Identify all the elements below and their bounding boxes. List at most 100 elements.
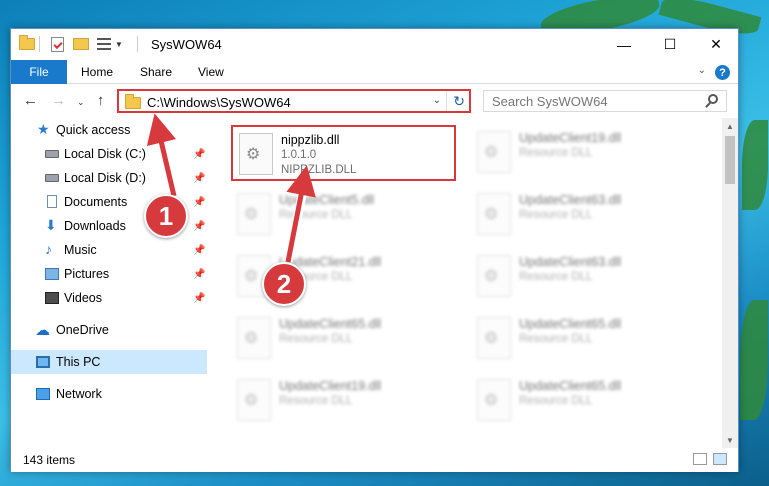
customize-dropdown-icon[interactable]: ▼: [115, 36, 123, 52]
divider: [446, 91, 447, 111]
file-item[interactable]: UpdateClient65.dll Resource DLL: [231, 311, 456, 367]
refresh-icon[interactable]: ↻: [453, 93, 465, 110]
title-bar: ▼ SysWOW64 — ☐ ✕: [11, 29, 738, 60]
scroll-thumb[interactable]: [725, 136, 735, 184]
separator: [39, 36, 40, 52]
file-item[interactable]: UpdateClient19.dll Resource DLL: [231, 373, 456, 429]
file-item[interactable]: UpdateClient19.dll Resource DLL: [471, 125, 696, 181]
dll-file-icon: [477, 379, 511, 421]
status-bar: 143 items: [11, 448, 738, 472]
pin-icon[interactable]: 📌: [193, 197, 205, 208]
file-description: Resource DLL: [279, 333, 353, 345]
pin-icon[interactable]: 📌: [193, 269, 205, 280]
file-description: Resource DLL: [519, 395, 593, 407]
details-view-icon[interactable]: [693, 453, 707, 465]
sidebar-item-this-pc[interactable]: This PC: [11, 350, 207, 374]
properties-icon[interactable]: [51, 36, 64, 52]
sidebar-item-music[interactable]: ♪ Music 📌: [11, 238, 207, 262]
documents-icon: [47, 195, 57, 208]
minimize-button[interactable]: —: [601, 29, 647, 60]
sidebar-item-label: OneDrive: [56, 323, 109, 337]
desktop-foliage: [740, 300, 768, 420]
navigation-pane: ★ Quick access Local Disk (C:) 📌 Local D…: [11, 118, 207, 448]
file-item[interactable]: UpdateClient65.dll Resource DLL: [471, 311, 696, 367]
file-description: Resource DLL: [519, 147, 593, 159]
file-item[interactable]: UpdateClient65.dll Resource DLL: [471, 373, 696, 429]
search-icon[interactable]: [708, 94, 718, 104]
sidebar-item-label: Music: [64, 243, 97, 257]
sidebar-item-label: Quick access: [56, 123, 131, 137]
file-item-nippzlib[interactable]: nippzlib.dll 1.0.1.0 NIPPZLIB.DLL: [231, 125, 456, 181]
tab-home[interactable]: Home: [81, 60, 113, 84]
drive-icon: [45, 150, 59, 158]
scroll-up-icon[interactable]: ▲: [722, 118, 738, 134]
file-item[interactable]: UpdateClient5.dll Resource DLL: [231, 187, 456, 243]
tab-view[interactable]: View: [198, 60, 224, 84]
sidebar-item-label: This PC: [56, 355, 101, 369]
file-description: Resource DLL: [279, 209, 353, 221]
vertical-scrollbar[interactable]: ▲ ▼: [722, 118, 738, 448]
music-icon: ♪: [45, 241, 52, 257]
file-name: UpdateClient19.dll: [279, 379, 382, 393]
sidebar-item-pictures[interactable]: Pictures 📌: [11, 262, 207, 286]
dll-file-icon: [237, 379, 271, 421]
up-arrow-icon[interactable]: ↑: [97, 92, 105, 109]
address-bar[interactable]: C:\Windows\SysWOW64 ⌄ ↻: [117, 89, 471, 113]
pictures-icon: [45, 268, 59, 280]
address-path[interactable]: C:\Windows\SysWOW64: [147, 95, 291, 110]
pin-icon[interactable]: 📌: [193, 149, 205, 160]
pin-icon[interactable]: 📌: [193, 293, 205, 304]
dll-file-icon: [477, 255, 511, 297]
file-version: 1.0.1.0: [281, 149, 317, 161]
file-item[interactable]: UpdateClient63.dll Resource DLL: [471, 187, 696, 243]
view-options-icon[interactable]: [97, 36, 111, 52]
folder-icon: [125, 94, 141, 109]
file-item[interactable]: UpdateClient63.dll Resource DLL: [471, 249, 696, 305]
search-input[interactable]: [492, 94, 692, 109]
file-name: nippzlib.dll: [281, 133, 340, 147]
dll-file-icon: [239, 133, 273, 175]
sidebar-item-label: Local Disk (C:): [64, 147, 146, 161]
pin-icon[interactable]: 📌: [193, 245, 205, 256]
file-name: UpdateClient63.dll: [519, 193, 622, 207]
window-title: SysWOW64: [151, 37, 222, 52]
pin-icon[interactable]: 📌: [193, 221, 205, 232]
tab-file[interactable]: File: [11, 60, 67, 84]
dll-file-icon: [477, 131, 511, 173]
sidebar-item-label: Downloads: [64, 219, 126, 233]
forward-arrow-icon[interactable]: →: [51, 92, 66, 109]
navigation-bar: ← → ⌄ ↑ C:\Windows\SysWOW64 ⌄ ↻: [11, 84, 738, 118]
recent-locations-icon[interactable]: ⌄: [77, 97, 85, 108]
help-icon[interactable]: ?: [715, 65, 730, 80]
dll-file-icon: [477, 193, 511, 235]
back-arrow-icon[interactable]: ←: [23, 92, 38, 109]
file-description: Resource DLL: [519, 209, 593, 221]
dll-file-icon: [237, 193, 271, 235]
file-name: UpdateClient63.dll: [519, 255, 622, 269]
file-name: UpdateClient65.dll: [519, 379, 622, 393]
scroll-down-icon[interactable]: ▼: [722, 432, 738, 448]
close-button[interactable]: ✕: [693, 29, 739, 60]
sidebar-item-label: Videos: [64, 291, 102, 305]
expand-ribbon-icon[interactable]: ⌄: [698, 65, 706, 76]
address-dropdown-icon[interactable]: ⌄: [433, 95, 441, 106]
maximize-button[interactable]: ☐: [647, 29, 693, 60]
sidebar-item-local-disk-c[interactable]: Local Disk (C:) 📌: [11, 142, 207, 166]
new-folder-icon[interactable]: [73, 36, 89, 52]
dll-file-icon: [237, 317, 271, 359]
sidebar-item-local-disk-d[interactable]: Local Disk (D:) 📌: [11, 166, 207, 190]
pin-icon[interactable]: 📌: [193, 173, 205, 184]
network-icon: [36, 388, 50, 400]
sidebar-item-onedrive[interactable]: ☁ OneDrive: [11, 318, 207, 342]
dll-file-icon: [477, 317, 511, 359]
large-icons-view-icon[interactable]: [713, 453, 727, 465]
sidebar-item-network[interactable]: Network: [11, 382, 207, 406]
onedrive-icon: ☁: [35, 322, 50, 339]
sidebar-item-quick-access[interactable]: ★ Quick access: [11, 118, 207, 142]
tab-share[interactable]: Share: [140, 60, 172, 84]
star-icon: ★: [37, 121, 50, 137]
search-box[interactable]: [483, 90, 727, 112]
sidebar-item-videos[interactable]: Videos 📌: [11, 286, 207, 310]
file-description: Resource DLL: [519, 333, 593, 345]
file-description: NIPPZLIB.DLL: [281, 164, 357, 176]
